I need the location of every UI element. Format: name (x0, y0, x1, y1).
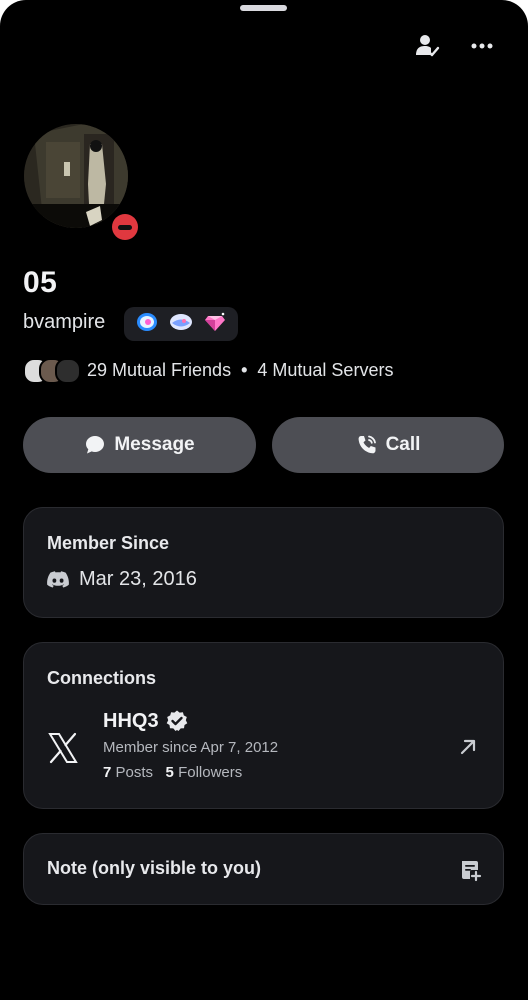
mutual-friends-count[interactable]: 29 Mutual Friends (87, 360, 231, 381)
posts-label: Posts (115, 764, 154, 781)
connection-name[interactable]: HHQ3 (103, 709, 189, 733)
followers-count: 5 (165, 764, 174, 781)
badge-list (124, 307, 238, 341)
connection-member-since: Member since Apr 7, 2012 (103, 739, 279, 756)
mutual-servers-count[interactable]: 4 Mutual Servers (257, 360, 393, 381)
member-since-card: Member Since Mar 23, 2016 (23, 507, 504, 618)
mutual-avatar (55, 358, 81, 384)
note-label: Note (only visible to you) (47, 858, 262, 878)
nitro-boost-badge-icon[interactable] (135, 310, 159, 339)
mutual-separator: • (241, 359, 248, 380)
x-logo-icon (48, 732, 78, 764)
verified-check-icon (166, 710, 187, 731)
message-button[interactable]: Message (23, 417, 256, 473)
status-dnd-badge (108, 210, 142, 244)
profile-sheet: 05 bvampire 29 Mutual Friends • 4 Mutual… (0, 0, 528, 1000)
call-label: Call (385, 434, 421, 455)
call-button[interactable]: Call (272, 417, 504, 473)
message-bubble-icon (86, 436, 105, 454)
more-options-icon[interactable] (466, 30, 498, 62)
avatar-image (24, 124, 128, 228)
followers-label: Followers (178, 764, 243, 781)
discord-logo-icon (47, 570, 69, 588)
message-label: Message (114, 434, 195, 455)
member-since-title: Member Since (47, 533, 170, 553)
note-card[interactable]: Note (only visible to you) (23, 833, 504, 905)
gem-badge-icon[interactable] (203, 310, 227, 339)
member-since-date: Mar 23, 2016 (79, 568, 197, 590)
connections-card: Connections HHQ3 Member since Apr 7, 201… (23, 642, 504, 809)
external-link-arrow-icon[interactable] (456, 735, 480, 759)
display-name: 05 (23, 266, 58, 299)
connections-title: Connections (47, 668, 157, 688)
mutual-friends-avatars (23, 357, 81, 384)
connection-stats: 7 Posts 5 Followers (103, 764, 242, 781)
mutual-info[interactable]: 29 Mutual Friends • 4 Mutual Servers (23, 357, 393, 384)
shield-badge-icon[interactable] (168, 310, 194, 339)
connection-account-name[interactable]: HHQ3 (103, 710, 159, 733)
drag-handle[interactable] (240, 5, 287, 11)
posts-count: 7 (103, 764, 112, 781)
friend-check-icon[interactable] (411, 30, 443, 62)
member-since-row: Mar 23, 2016 (47, 568, 197, 591)
avatar[interactable] (24, 124, 142, 244)
phone-call-icon (358, 435, 376, 454)
add-note-icon[interactable] (458, 858, 482, 882)
username[interactable]: bvampire (23, 311, 105, 334)
